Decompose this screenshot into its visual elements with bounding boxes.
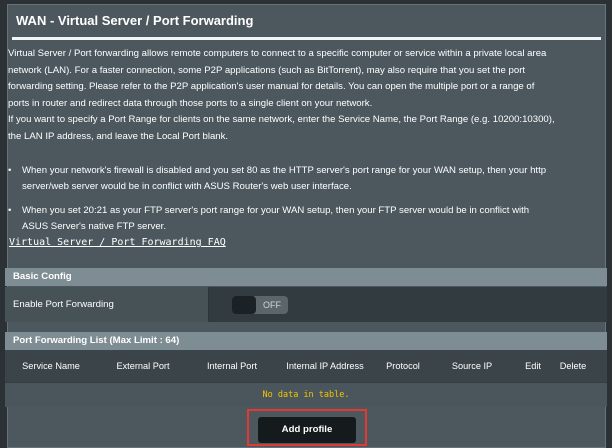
enable-port-forwarding-toggle[interactable]: OFF (232, 296, 288, 314)
column-header-internal-ip: Internal IP Address (286, 361, 364, 371)
column-header-edit: Edit (525, 361, 541, 371)
note-item: • When your network's firewall is disabl… (8, 163, 588, 195)
basic-config-header: Basic Config (5, 268, 607, 286)
description-line: If you want to specify a Port Range for … (8, 114, 555, 125)
description-line: Virtual Server / Port forwarding allows … (8, 48, 547, 59)
faq-link[interactable]: Virtual Server / Port Forwarding FAQ (9, 237, 226, 248)
table-header-row: Service Name External Port Internal Port… (5, 350, 607, 382)
note-line: When your network's firewall is disabled… (22, 165, 547, 176)
title-divider (12, 37, 601, 40)
column-header-internal-port: Internal Port (206, 361, 258, 371)
add-profile-button[interactable]: Add profile (258, 417, 356, 443)
description-line: ports in router and redirect data throug… (8, 97, 373, 109)
notes-list: • When your network's firewall is disabl… (8, 163, 588, 243)
description-line: the LAN IP address, and leave the Local … (8, 130, 229, 142)
note-item: • When you set 20:21 as your FTP server'… (8, 203, 588, 235)
column-header-delete: Delete (559, 361, 587, 371)
bullet-icon: • (8, 165, 12, 176)
note-line: When you set 20:21 as your FTP server's … (22, 205, 530, 216)
column-header-source-ip: Source IP (451, 361, 493, 371)
toggle-state-label: OFF (263, 300, 281, 310)
toggle-knob (232, 296, 256, 314)
port-forwarding-list-header: Port Forwarding List (Max Limit : 64) (5, 332, 607, 350)
description-line: forwarding setting. Please refer to the … (8, 81, 535, 92)
description: Virtual Server / Port forwarding allows … (8, 46, 596, 145)
enable-port-forwarding-row: Enable Port Forwarding OFF (5, 287, 607, 322)
column-header-service-name: Service Name (22, 361, 80, 371)
column-header-protocol: Protocol (386, 361, 420, 371)
description-line: network (LAN). For a faster connection, … (8, 64, 526, 76)
toggle-cell: OFF (209, 287, 607, 322)
enable-port-forwarding-label: Enable Port Forwarding (5, 287, 209, 322)
bullet-icon: • (8, 205, 12, 216)
note-line: ASUS Server's native FTP server. (22, 221, 167, 232)
page-title: WAN - Virtual Server / Port Forwarding (16, 13, 254, 28)
empty-table-message: No data in table. (5, 382, 607, 407)
note-line: server/web server would be in conflict w… (22, 181, 352, 192)
column-header-external-port: External Port (116, 361, 170, 371)
